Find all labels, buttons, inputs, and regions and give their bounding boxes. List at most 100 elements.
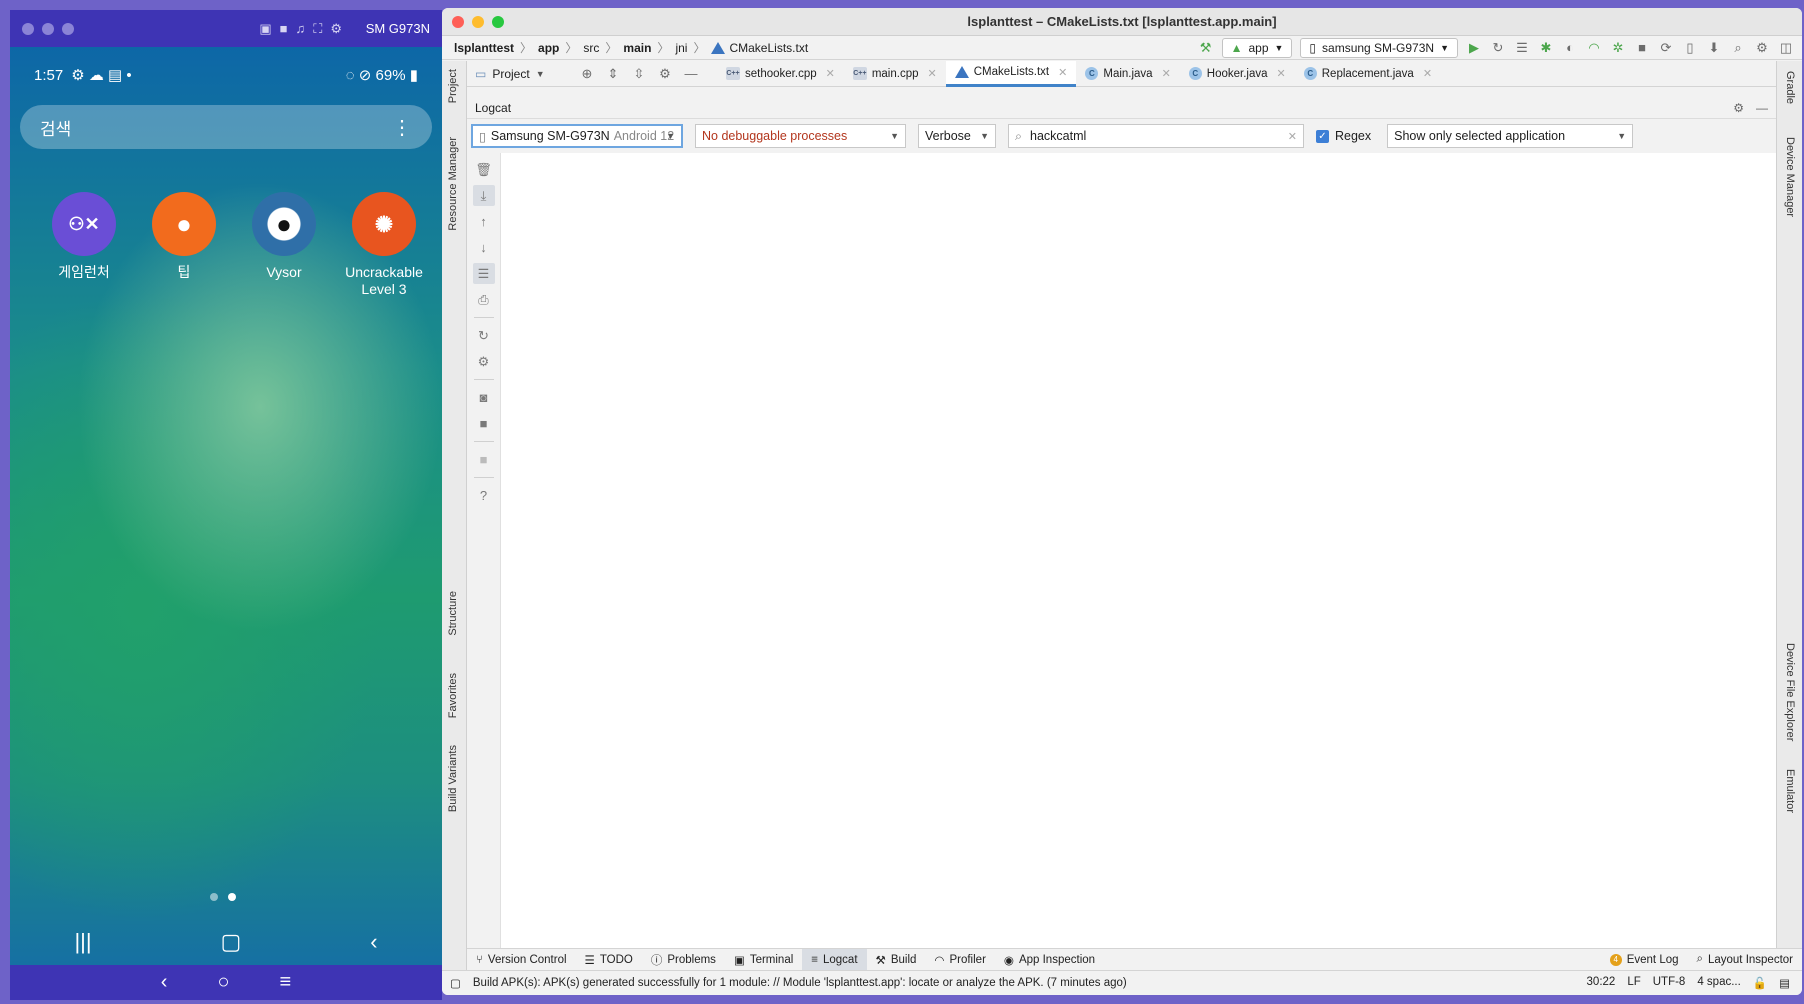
run-icon[interactable]: ▶ xyxy=(1466,40,1482,56)
restart-icon[interactable]: ↻ xyxy=(473,325,495,346)
window-minimize-button[interactable] xyxy=(472,15,484,28)
screen-capture-camera-icon[interactable]: ◙ xyxy=(473,387,495,408)
close-tab-icon[interactable]: ✕ xyxy=(1277,67,1286,80)
settings-gear-icon[interactable]: ⚙ xyxy=(1754,40,1770,56)
app-uncrackable-level-3[interactable]: ✺ Uncrackable Level 3 xyxy=(334,192,434,298)
terminal-tool-button[interactable]: ▣ Terminal xyxy=(725,949,802,971)
emulator-tool-button[interactable]: Emulator xyxy=(1784,769,1796,813)
apply-code-changes-icon[interactable]: ☰ xyxy=(1514,40,1530,56)
collapse-all-icon[interactable]: ⇳ xyxy=(631,66,647,82)
home-search-bar[interactable]: 검색 ⋮ xyxy=(20,105,432,149)
vysor-back-icon[interactable]: ‹ xyxy=(161,971,168,994)
window-close-button[interactable] xyxy=(22,22,34,35)
sync-gradle-icon[interactable]: ⟳ xyxy=(1658,40,1674,56)
record-icon[interactable]: ■ xyxy=(280,21,288,37)
back-button[interactable]: ‹ xyxy=(370,929,377,955)
file-encoding[interactable]: UTF-8 xyxy=(1653,976,1686,990)
scroll-to-end-icon[interactable]: ⤓ xyxy=(472,185,495,206)
screen-record-video-icon[interactable]: ■ xyxy=(473,413,495,434)
logcat-output[interactable] xyxy=(501,153,1776,948)
hide-panel-icon[interactable]: — xyxy=(683,66,699,82)
version-control-tool-button[interactable]: ⑂ Version Control xyxy=(467,949,576,971)
logcat-settings-icon[interactable]: ⚙ xyxy=(473,351,495,372)
home-button[interactable]: ▢ xyxy=(221,929,242,955)
hide-panel-icon[interactable]: — xyxy=(1756,101,1768,115)
tab-main-cpp[interactable]: C++ main.cpp ✕ xyxy=(844,61,946,87)
window-zoom-button[interactable] xyxy=(62,22,74,35)
expand-all-icon[interactable]: ⇕ xyxy=(605,66,621,82)
make-project-hammer-icon[interactable]: ⚒ xyxy=(1198,40,1214,56)
device-manager-tool-button[interactable]: Device Manager xyxy=(1784,137,1796,217)
close-tab-icon[interactable]: ✕ xyxy=(928,67,937,80)
logcat-tool-button[interactable]: ≡ Logcat xyxy=(802,948,867,971)
soft-wrap-icon[interactable]: ☰ xyxy=(472,263,495,284)
breadcrumb-project[interactable]: lsplanttest xyxy=(454,41,514,55)
logcat-device-dropdown[interactable]: ▯ Samsung SM-G973N Android 12 ▼ xyxy=(471,124,683,148)
device-manager-icon[interactable]: ▯ xyxy=(1682,40,1698,56)
window-close-button[interactable] xyxy=(452,15,464,28)
print-icon[interactable]: ⎙ xyxy=(473,289,495,310)
settings-icon[interactable]: ⚙ xyxy=(330,21,342,37)
tab-replacement-java[interactable]: C Replacement.java ✕ xyxy=(1295,61,1441,87)
clear-logcat-trash-icon[interactable]: 🗑 xyxy=(473,159,495,180)
window-minimize-button[interactable] xyxy=(42,22,54,35)
device-file-explorer-tool-button[interactable]: Device File Explorer xyxy=(1784,643,1796,741)
profiler-tool-button[interactable]: ◠ Profiler xyxy=(925,949,994,971)
build-variants-tool-button[interactable]: Build Variants xyxy=(447,745,459,812)
window-zoom-button[interactable] xyxy=(492,15,504,28)
run-config-selector[interactable]: ▲ app ▼ xyxy=(1221,37,1293,58)
close-tab-icon[interactable]: ✕ xyxy=(1423,67,1432,80)
toggle-tool-windows-icon[interactable]: ▢ xyxy=(450,976,461,990)
screenshot-icon[interactable]: ▣ xyxy=(259,21,271,37)
caret-position[interactable]: 30:22 xyxy=(1587,976,1616,990)
tab-main-java[interactable]: C Main.java ✕ xyxy=(1076,61,1179,87)
breadcrumb-jni[interactable]: jni xyxy=(675,41,687,55)
terminate-icon[interactable]: ■ xyxy=(473,449,495,470)
search-icon[interactable]: ⌕ xyxy=(1730,40,1746,56)
fullscreen-icon[interactable]: ⛶ xyxy=(313,21,322,37)
more-options-icon[interactable]: ⋮ xyxy=(392,115,412,140)
clear-search-icon[interactable]: ✕ xyxy=(1288,130,1297,143)
breadcrumb-main[interactable]: main xyxy=(623,41,651,55)
logcat-process-dropdown[interactable]: No debuggable processes ▼ xyxy=(695,124,906,148)
project-view-selector[interactable]: ▭ Project ▼ ⊕ ⇕ ⇳ ⚙ — xyxy=(467,66,717,82)
breadcrumb-src[interactable]: src xyxy=(583,41,599,55)
logcat-settings-gear-icon[interactable]: ⚙ xyxy=(1733,101,1744,115)
read-only-lock-icon[interactable]: 🔓 xyxy=(1753,976,1767,990)
breadcrumb-app[interactable]: app xyxy=(538,41,559,55)
app-inspection-tool-button[interactable]: ◉ App Inspection xyxy=(995,949,1104,971)
todo-tool-button[interactable]: ☰ TODO xyxy=(576,949,642,971)
resource-manager-tool-button[interactable]: Resource Manager xyxy=(447,137,459,231)
stop-icon[interactable]: ■ xyxy=(1634,40,1650,56)
event-log-tool-button[interactable]: 4 Event Log xyxy=(1601,949,1688,971)
close-tab-icon[interactable]: ✕ xyxy=(826,67,835,80)
apply-changes-restart-icon[interactable]: ↻ xyxy=(1490,40,1506,56)
logcat-search-input[interactable]: ⌕ hackcatml ✕ xyxy=(1008,124,1304,148)
tab-hooker-java[interactable]: C Hooker.java ✕ xyxy=(1180,61,1295,87)
device-selector[interactable]: ▯ samsung SM-G973N ▼ xyxy=(1300,37,1458,58)
logcat-filter-dropdown[interactable]: Show only selected application ▼ xyxy=(1387,124,1634,148)
options-gear-icon[interactable]: ⚙ xyxy=(657,66,673,82)
build-tool-button[interactable]: ⚒ Build xyxy=(867,949,926,971)
status-message[interactable]: Build APK(s): APK(s) generated successfu… xyxy=(473,977,1127,989)
audio-icon[interactable]: ♫ xyxy=(295,21,305,37)
tab-cmakelists[interactable]: CMakeLists.txt ✕ xyxy=(945,60,1077,87)
gradle-tool-button[interactable]: Gradle xyxy=(1784,71,1796,104)
breadcrumb-file[interactable]: CMakeLists.txt xyxy=(729,41,808,55)
regex-checkbox[interactable]: ✓ Regex xyxy=(1316,129,1371,143)
app-game-launcher[interactable]: ⚇✕ 게임런처 xyxy=(34,192,134,281)
close-tab-icon[interactable]: ✕ xyxy=(1162,67,1171,80)
app-vysor[interactable]: ● Vysor xyxy=(234,192,334,281)
attach-debugger-icon[interactable]: ✲ xyxy=(1610,40,1626,56)
account-icon[interactable]: ◫ xyxy=(1778,40,1794,56)
close-tab-icon[interactable]: ✕ xyxy=(1058,66,1067,79)
vysor-menu-icon[interactable]: ≡ xyxy=(280,971,292,994)
vysor-home-icon[interactable]: ○ xyxy=(217,971,229,994)
help-icon[interactable]: ? xyxy=(473,485,495,506)
problems-tool-button[interactable]: ⓘ Problems xyxy=(642,949,725,971)
project-tool-button[interactable]: Project xyxy=(447,69,459,103)
debug-icon[interactable]: ✱ xyxy=(1538,40,1554,56)
structure-tool-button[interactable]: Structure xyxy=(447,591,459,636)
tab-sethooker-cpp[interactable]: C++ sethooker.cpp ✕ xyxy=(717,61,844,87)
logcat-level-dropdown[interactable]: Verbose ▼ xyxy=(918,124,996,148)
